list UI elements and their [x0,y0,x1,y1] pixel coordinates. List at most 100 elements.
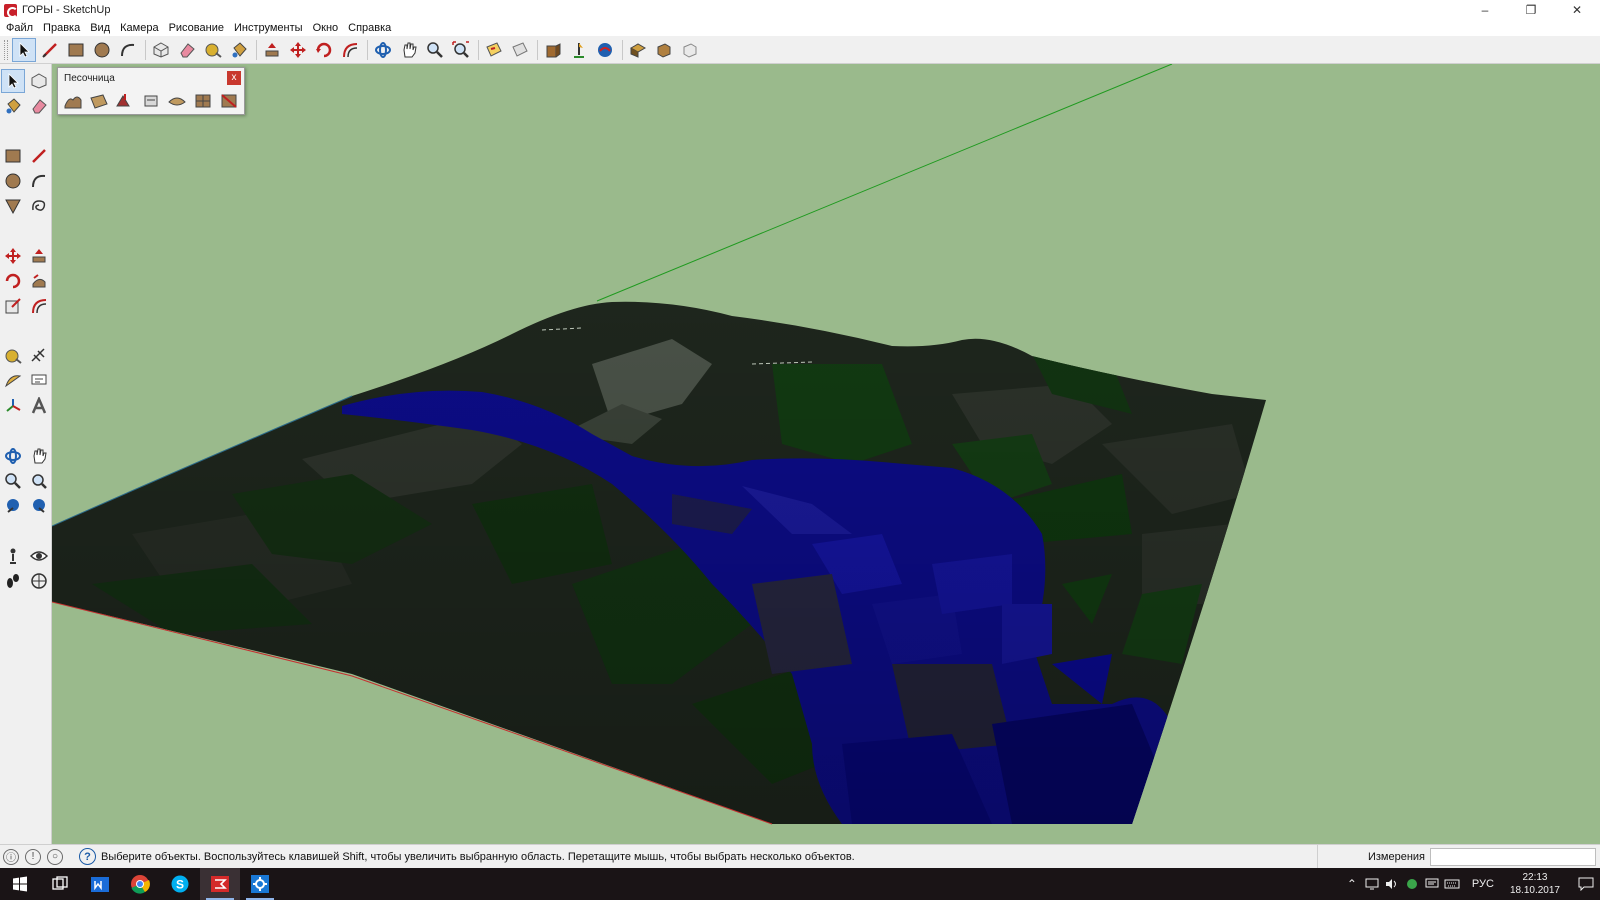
toolbar-grip[interactable] [4,39,8,60]
model-viewport[interactable] [52,64,1600,844]
flip-edge-button[interactable] [217,89,241,113]
3d-warehouse-button[interactable] [541,38,565,62]
menu-camera[interactable]: Камера [115,22,163,34]
select-tool-button[interactable] [1,69,25,93]
section-plane-button[interactable] [482,38,506,62]
paint-bucket-button[interactable] [227,38,251,62]
dimension-tool-button[interactable] [27,344,51,368]
menu-tools[interactable]: Инструменты [229,22,308,34]
previous-view-button[interactable] [1,494,25,518]
clock[interactable]: 22:13 18.10.2017 [1504,871,1572,897]
message-icon[interactable] [1422,868,1442,900]
section-plane-button[interactable] [27,569,51,593]
notification-center-button[interactable] [1572,868,1600,900]
skype-app[interactable]: S [160,868,200,900]
make-component-button[interactable] [149,38,173,62]
preview-button[interactable] [678,38,702,62]
zoom-tool-button[interactable] [423,38,447,62]
store-app[interactable] [80,868,120,900]
move-tool-button[interactable] [286,38,310,62]
language-indicator[interactable]: РУС [1462,878,1504,890]
task-view-button[interactable] [40,868,80,900]
push-pull-button[interactable] [27,244,51,268]
scale-tool-button[interactable] [1,294,25,318]
push-pull-button[interactable] [260,38,284,62]
rectangle-tool-button[interactable] [64,38,88,62]
minimize-button[interactable]: – [1462,0,1508,20]
menu-view[interactable]: Вид [85,22,115,34]
extension-warehouse-button[interactable] [593,38,617,62]
pan-tool-button[interactable] [397,38,421,62]
keyboard-icon[interactable] [1442,868,1462,900]
start-button[interactable] [0,868,40,900]
3d-text-tool-button[interactable] [27,394,51,418]
from-contours-button[interactable] [61,89,85,113]
share-model-button[interactable] [567,38,591,62]
offset-tool-button[interactable] [27,294,51,318]
layout-button[interactable] [626,38,650,62]
look-around-button[interactable] [27,544,51,568]
move-tool-button[interactable] [1,244,25,268]
circle-tool-button[interactable] [1,169,25,193]
network-icon[interactable] [1362,868,1382,900]
close-button[interactable]: ✕ [1554,0,1600,20]
measurements-input[interactable] [1430,848,1596,866]
zoom-tool-button[interactable] [1,469,25,493]
zoom-extents-button[interactable] [449,38,473,62]
style-builder-button[interactable] [652,38,676,62]
paint-bucket-button[interactable] [1,94,25,118]
next-view-button[interactable] [27,494,51,518]
polygon-tool-button[interactable] [1,194,25,218]
rectangle-tool-button[interactable] [1,144,25,168]
geo-location-icon[interactable]: ⓘ [3,848,19,865]
freehand-tool-button[interactable] [27,194,51,218]
credits-icon[interactable]: ! [25,848,41,865]
axes-tool-button[interactable] [1,394,25,418]
chrome-app[interactable] [120,868,160,900]
circle-tool-button[interactable] [90,38,114,62]
eraser-tool-button[interactable] [175,38,199,62]
offset-tool-button[interactable] [338,38,362,62]
from-scratch-button[interactable] [87,89,111,113]
rotate-tool-button[interactable] [1,269,25,293]
tape-measure-button[interactable] [201,38,225,62]
drape-button[interactable] [165,89,189,113]
tape-measure-button[interactable] [1,344,25,368]
chevron-up-icon[interactable]: ⌃ [1342,868,1362,900]
menu-draw[interactable]: Рисование [164,22,229,34]
volume-icon[interactable] [1382,868,1402,900]
stamp-button[interactable] [139,89,163,113]
line-tool-button[interactable] [38,38,62,62]
menu-edit[interactable]: Правка [38,22,85,34]
add-detail-button[interactable] [191,89,215,113]
user-icon[interactable]: ○ [47,848,63,865]
orbit-tool-button[interactable] [1,444,25,468]
make-component-button[interactable] [27,69,51,93]
walk-tool-button[interactable] [1,569,25,593]
sketchup-app[interactable] [200,868,240,900]
help-icon[interactable]: ? [79,848,96,865]
text-tool-button[interactable] [27,369,51,393]
pan-tool-button[interactable] [27,444,51,468]
follow-me-button[interactable] [27,269,51,293]
sync-icon[interactable] [1402,868,1422,900]
sandbox-header[interactable]: Песочница x [58,68,244,88]
smoove-button[interactable] [113,89,137,113]
menu-window[interactable]: Окно [308,22,344,34]
settings-app[interactable] [240,868,280,900]
select-tool-button[interactable] [12,37,36,62]
restore-button[interactable]: ❐ [1508,0,1554,20]
sandbox-close-button[interactable]: x [227,71,241,85]
eraser-tool-button[interactable] [27,94,51,118]
menu-file[interactable]: Файл [0,22,38,34]
rotate-tool-button[interactable] [312,38,336,62]
orbit-tool-button[interactable] [371,38,395,62]
zoom-extents-button[interactable] [27,469,51,493]
arc-tool-button[interactable] [116,38,140,62]
line-tool-button[interactable] [27,144,51,168]
menu-help[interactable]: Справка [343,22,396,34]
section-display-button[interactable] [508,38,532,62]
protractor-tool-button[interactable] [1,369,25,393]
arc-tool-button[interactable] [27,169,51,193]
position-camera-button[interactable] [1,544,25,568]
